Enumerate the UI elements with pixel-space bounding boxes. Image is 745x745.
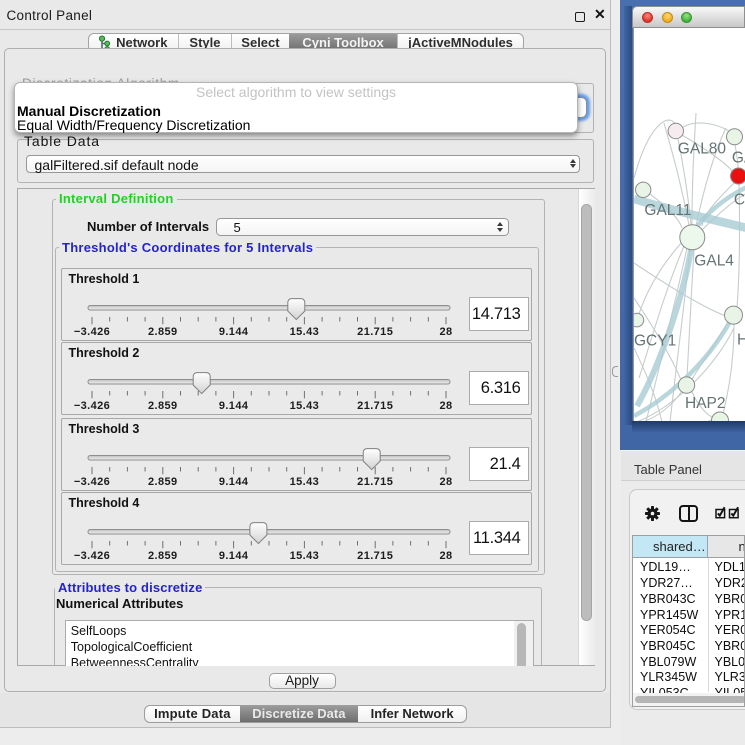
- svg-text:GAL11: GAL11: [644, 202, 691, 219]
- svg-text:2.859: 2.859: [148, 476, 178, 488]
- svg-text:15.43: 15.43: [289, 476, 319, 488]
- svg-text:2.859: 2.859: [148, 550, 178, 562]
- svg-text:15.43: 15.43: [289, 326, 319, 338]
- svg-text:28: 28: [439, 400, 452, 412]
- svg-text:9.144: 9.144: [218, 326, 248, 338]
- svg-text:GCY1: GCY1: [634, 332, 676, 349]
- svg-text:−3.426: −3.426: [73, 400, 109, 412]
- svg-text:15.43: 15.43: [289, 550, 319, 562]
- svg-text:2.859: 2.859: [148, 326, 178, 338]
- svg-text:GA: GA: [731, 149, 745, 166]
- svg-text:28: 28: [439, 326, 452, 338]
- svg-text:28: 28: [439, 476, 452, 488]
- svg-text:21.715: 21.715: [357, 400, 393, 412]
- svg-text:21.715: 21.715: [357, 550, 393, 562]
- svg-text:21.715: 21.715: [357, 326, 393, 338]
- svg-text:HI: HI: [737, 331, 745, 348]
- svg-text:15.43: 15.43: [289, 400, 319, 412]
- svg-text:−3.426: −3.426: [73, 550, 109, 562]
- svg-text:2.859: 2.859: [148, 400, 178, 412]
- svg-text:21.715: 21.715: [357, 476, 393, 488]
- svg-text:HAP2: HAP2: [685, 395, 726, 412]
- svg-text:C: C: [733, 191, 744, 208]
- svg-text:9.144: 9.144: [218, 400, 248, 412]
- svg-text:9.144: 9.144: [218, 550, 248, 562]
- svg-text:28: 28: [439, 550, 452, 562]
- svg-text:GAL4: GAL4: [694, 252, 734, 269]
- svg-text:GAL80: GAL80: [677, 140, 726, 157]
- svg-text:−3.426: −3.426: [73, 326, 109, 338]
- svg-text:−3.426: −3.426: [73, 476, 109, 488]
- svg-text:9.144: 9.144: [218, 476, 248, 488]
